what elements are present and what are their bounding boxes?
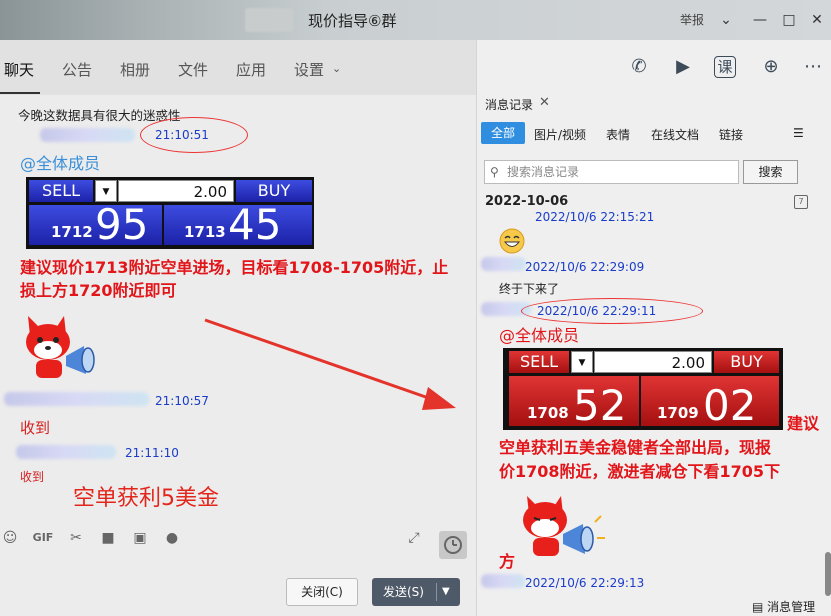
filter-docs[interactable]: 在线文档 (651, 126, 699, 143)
gif-icon[interactable]: GIF (32, 528, 54, 548)
qty-dropdown-icon: ▼ (571, 351, 593, 373)
sell-price-base: 1708 (527, 404, 569, 422)
arrow-annotation (204, 318, 456, 410)
lesson-icon[interactable]: 课 (714, 56, 736, 78)
more-icon[interactable]: ⋯ (800, 54, 826, 80)
emoji-icon[interactable]: ☺ (0, 528, 20, 548)
clock-icon[interactable] (439, 531, 467, 559)
sell-price-pips: 52 (573, 381, 627, 430)
filter-media[interactable]: 图片/视频 (534, 126, 586, 143)
input-toolbar: ☺ GIF ✂ ■ ▣ ● ⤢ (0, 520, 476, 556)
search-icon: ⚲ (490, 165, 499, 179)
message-time: 2022/10/6 22:29:13 (525, 576, 645, 590)
window-title: 现价指导⑥群 (308, 12, 397, 30)
search-button[interactable]: 搜索 (743, 160, 798, 184)
mic-icon[interactable]: ● (162, 528, 182, 548)
video-icon[interactable]: ▶ (670, 54, 696, 80)
expand-icon[interactable]: ⤢ (404, 528, 424, 548)
close-button[interactable]: 关闭(C) (286, 578, 358, 606)
add-circle-icon[interactable]: ⊕ (758, 54, 784, 80)
chat-pane: 聊天 公告 相册 文件 应用 设置 ⌄ 今晚这数据具有很大的迷惑性 21:10:… (0, 40, 476, 616)
sell-label: SELL (509, 351, 569, 373)
history-filters: 全部 图片/视频 表情 在线文档 链接 ☰ (481, 122, 826, 146)
report-link[interactable]: 举报 (680, 11, 704, 28)
filter-all[interactable]: 全部 (481, 122, 525, 144)
message-text: 终于下来了 (499, 282, 560, 296)
buy-label: BUY (714, 351, 779, 373)
close-icon[interactable]: ✕ (806, 9, 828, 31)
trade-panel: SELL ▼ 2.00 BUY 1708 52 1709 02 (503, 348, 783, 430)
image-icon[interactable]: ▣ (130, 528, 150, 548)
history-tab-title: 消息记录 (485, 98, 534, 112)
close-icon[interactable]: ✕ (539, 95, 550, 110)
message-manager-icon: ▤ (752, 600, 768, 614)
fox-megaphone-sticker (523, 496, 605, 556)
filter-settings-icon[interactable]: ☰ (793, 126, 804, 140)
date-header: 2022-10-06 (485, 194, 569, 209)
send-button-label: 发送(S) (383, 585, 424, 599)
history-pane: ✆ ▶ 课 ⊕ ⋯ 消息记录 ✕ 全部 图片/视频 表情 在线文档 链接 ☰ ⚲… (476, 40, 831, 616)
qty-value: 2.00 (594, 351, 712, 373)
draft-text[interactable]: 空单获利5美金 (73, 480, 219, 512)
sender-name (481, 257, 526, 271)
calendar-icon[interactable]: 7 (794, 195, 808, 209)
message-time: 2022/10/6 22:29:09 (525, 260, 645, 274)
grin-emoji (499, 228, 525, 254)
highlight-circle (521, 298, 703, 324)
folder-icon[interactable]: ■ (98, 528, 118, 548)
search-input[interactable]: ⚲ 搜索消息记录 (484, 160, 739, 184)
sell-price: 1708 52 (509, 376, 639, 430)
scissors-icon[interactable]: ✂ (66, 528, 86, 548)
advice-text: 方 (499, 552, 516, 571)
advice-text: 建议 (787, 414, 820, 433)
advice-text: 空单获利五美金稳健者全部出局，现报 (499, 438, 772, 457)
minimize-icon[interactable]: — (749, 9, 771, 31)
chevron-down-icon[interactable]: ⌄ (715, 9, 737, 31)
message-manager-link[interactable]: ▤ 消息管理 (752, 598, 815, 615)
title-bar: 现价指导⑥群 举报 ⌄ — □ ✕ (0, 0, 831, 40)
filter-emoji[interactable]: 表情 (606, 126, 630, 143)
chevron-down-icon[interactable]: ▼ (442, 578, 450, 606)
buy-price-pips: 02 (703, 381, 757, 430)
buy-price: 1709 02 (641, 376, 779, 430)
buy-price-base: 1709 (657, 404, 699, 422)
phone-icon[interactable]: ✆ (626, 54, 652, 80)
send-button[interactable]: 发送(S) ▼ (372, 578, 460, 606)
group-avatar (245, 8, 293, 32)
advice-text: 价1708附近，激进者减仓下看1705下 (499, 462, 781, 481)
message-time: 2022/10/6 22:15:21 (535, 210, 655, 224)
sender-name (481, 574, 525, 588)
scrollbar[interactable] (825, 552, 831, 596)
mention-all: @全体成员 (499, 326, 580, 345)
maximize-icon[interactable]: □ (778, 9, 800, 31)
filter-links[interactable]: 链接 (719, 126, 743, 143)
